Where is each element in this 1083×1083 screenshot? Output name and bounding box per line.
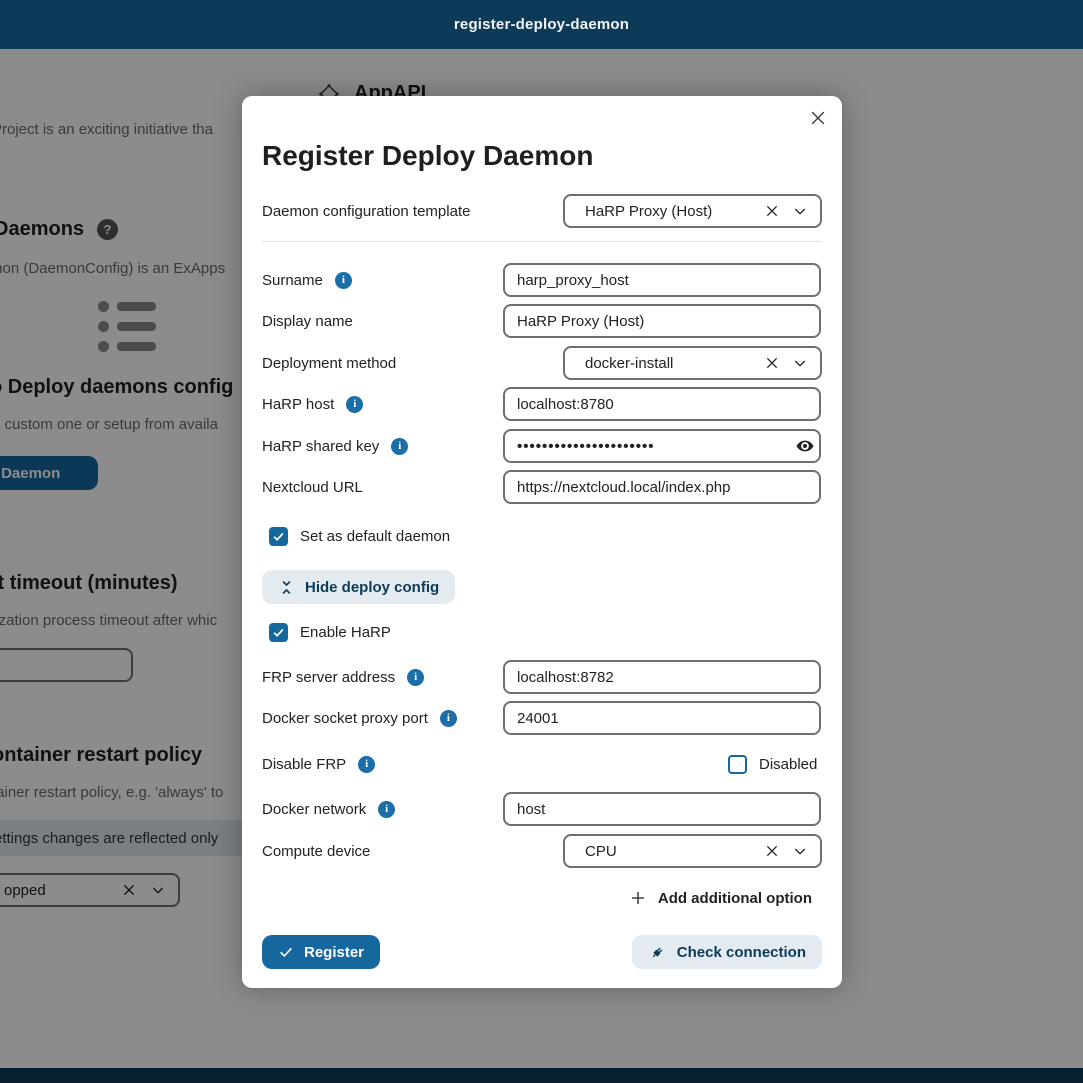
plug-icon [648, 943, 667, 962]
frp-server-label: FRP server address i [262, 669, 424, 686]
window-titlebar: register-deploy-daemon [0, 0, 1083, 49]
harp-shared-key-label: HaRP shared key i [262, 438, 408, 455]
checkbox-checked-icon[interactable] [269, 623, 288, 642]
modal-actions: Register Check connection [262, 935, 822, 969]
template-row: Daemon configuration template HaRP Proxy… [262, 194, 822, 228]
chevron-down-icon[interactable] [792, 843, 808, 859]
surname-input[interactable] [503, 263, 821, 297]
docker-network-input[interactable] [503, 792, 821, 826]
harp-host-label-text: HaRP host [262, 396, 334, 413]
info-icon[interactable]: i [346, 396, 363, 413]
disable-frp-checkbox-label: Disabled [759, 756, 817, 773]
register-deploy-daemon-modal: Register Deploy Daemon Daemon configurat… [242, 96, 842, 988]
enable-harp-checkbox-row[interactable]: Enable HaRP [269, 623, 391, 642]
check-icon [278, 944, 294, 960]
info-icon[interactable]: i [335, 272, 352, 289]
harp-host-input[interactable] [503, 387, 821, 421]
display-name-label: Display name [262, 313, 353, 330]
harp-shared-key-input[interactable] [503, 429, 821, 463]
docker-network-label: Docker network i [262, 801, 395, 818]
docker-network-label-text: Docker network [262, 801, 366, 818]
collapse-icon [278, 579, 295, 596]
harp-shared-key-row: HaRP shared key i [262, 429, 822, 463]
close-icon [808, 108, 828, 128]
add-additional-option-button[interactable]: Add additional option [629, 881, 812, 915]
info-icon[interactable]: i [378, 801, 395, 818]
hide-deploy-config-label: Hide deploy config [305, 579, 439, 596]
display-name-row: Display name [262, 304, 822, 338]
compute-device-label: Compute device [262, 843, 370, 860]
template-label: Daemon configuration template [262, 203, 470, 220]
eye-icon [795, 436, 815, 456]
disable-frp-checkbox-row[interactable]: Disabled [728, 755, 817, 774]
compute-device-row: Compute device CPU [262, 834, 822, 868]
register-button[interactable]: Register [262, 935, 380, 969]
surname-label-text: Surname [262, 272, 323, 289]
surname-label: Surname i [262, 272, 352, 289]
harp-shared-key-label-text: HaRP shared key [262, 438, 379, 455]
disable-frp-row: Disable FRP i Disabled [262, 747, 822, 781]
surname-row: Surname i [262, 263, 822, 297]
frp-server-input[interactable] [503, 660, 821, 694]
frp-server-row: FRP server address i [262, 660, 822, 694]
compute-device-value: CPU [585, 843, 752, 860]
modal-title: Register Deploy Daemon [262, 140, 593, 172]
disable-frp-label-text: Disable FRP [262, 756, 346, 773]
enable-harp-label: Enable HaRP [300, 624, 391, 641]
hide-deploy-config-button[interactable]: Hide deploy config [262, 570, 455, 604]
nextcloud-url-input[interactable] [503, 470, 821, 504]
nextcloud-url-label: Nextcloud URL [262, 479, 363, 496]
check-connection-button[interactable]: Check connection [632, 935, 822, 969]
add-additional-option-label: Add additional option [658, 890, 812, 907]
frp-server-label-text: FRP server address [262, 669, 395, 686]
close-button[interactable] [802, 102, 834, 134]
display-name-input[interactable] [503, 304, 821, 338]
set-default-checkbox-row[interactable]: Set as default daemon [269, 527, 450, 546]
register-button-label: Register [304, 944, 364, 961]
info-icon[interactable]: i [407, 669, 424, 686]
compute-device-select[interactable]: CPU [563, 834, 822, 868]
deployment-method-label: Deployment method [262, 355, 396, 372]
chevron-down-icon[interactable] [792, 355, 808, 371]
clear-icon[interactable] [764, 843, 780, 859]
show-password-button[interactable] [789, 429, 821, 463]
docker-socket-port-label: Docker socket proxy port i [262, 710, 457, 727]
clear-icon[interactable] [764, 203, 780, 219]
docker-socket-port-label-text: Docker socket proxy port [262, 710, 428, 727]
check-connection-button-label: Check connection [677, 944, 806, 961]
docker-socket-port-input[interactable] [503, 701, 821, 735]
docker-network-row: Docker network i [262, 792, 822, 826]
template-select-value: HaRP Proxy (Host) [585, 203, 752, 220]
plus-icon [629, 889, 647, 907]
deployment-method-select[interactable]: docker-install [563, 346, 822, 380]
chevron-down-icon[interactable] [792, 203, 808, 219]
screen: register-deploy-daemon AppAPI Project is… [0, 0, 1083, 1083]
info-icon[interactable]: i [358, 756, 375, 773]
deployment-method-value: docker-install [585, 355, 752, 372]
checkbox-checked-icon[interactable] [269, 527, 288, 546]
checkbox-unchecked-icon[interactable] [728, 755, 747, 774]
harp-host-row: HaRP host i [262, 387, 822, 421]
docker-socket-port-row: Docker socket proxy port i [262, 701, 822, 735]
clear-icon[interactable] [764, 355, 780, 371]
divider [262, 241, 822, 242]
nextcloud-url-row: Nextcloud URL [262, 470, 822, 504]
disable-frp-label: Disable FRP i [262, 756, 375, 773]
window-title: register-deploy-daemon [454, 16, 629, 33]
deployment-method-row: Deployment method docker-install [262, 346, 822, 380]
harp-host-label: HaRP host i [262, 396, 363, 413]
info-icon[interactable]: i [391, 438, 408, 455]
info-icon[interactable]: i [440, 710, 457, 727]
set-default-label: Set as default daemon [300, 528, 450, 545]
template-select[interactable]: HaRP Proxy (Host) [563, 194, 822, 228]
